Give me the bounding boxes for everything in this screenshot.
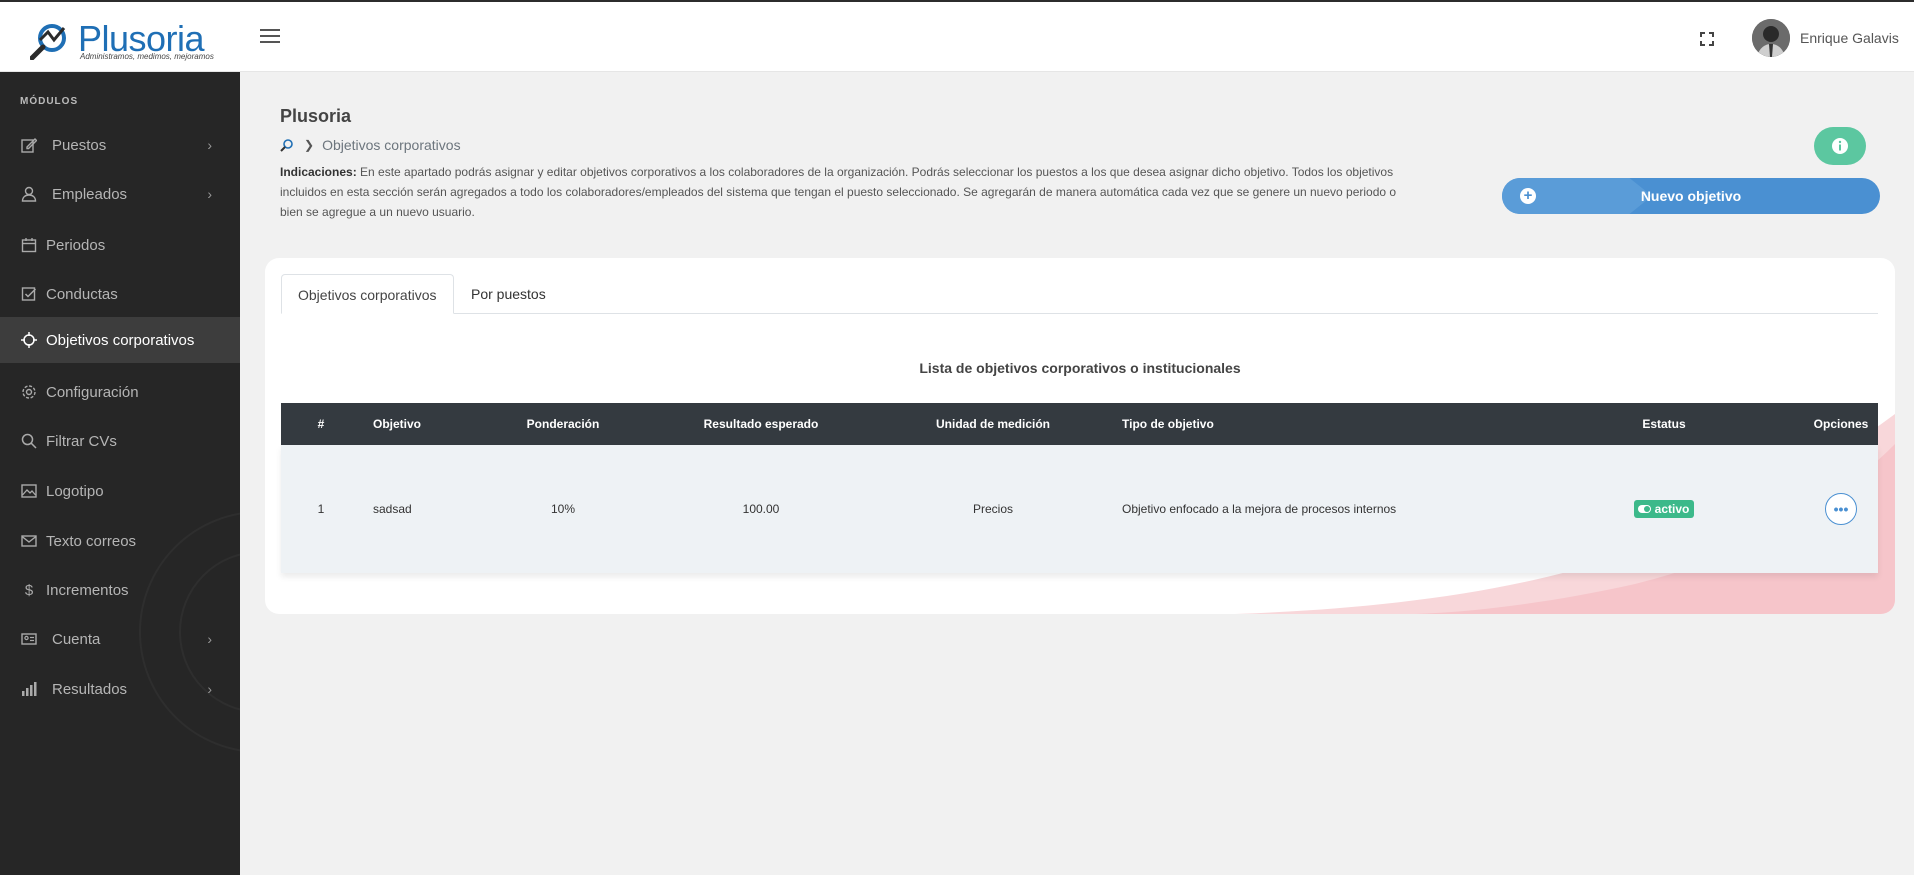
sidebar-item-label: Cuenta: [52, 630, 101, 648]
sidebar-item-conductas[interactable]: Conductas: [0, 271, 240, 317]
avatar[interactable]: [1752, 19, 1790, 57]
user-name[interactable]: Enrique Galavis: [1800, 30, 1899, 46]
cell-objetivo: sadsad: [373, 502, 412, 516]
logo[interactable]: Plusoria Administramos, medimos, mejoram…: [30, 16, 215, 64]
tab-por-puestos[interactable]: Por puestos: [455, 274, 562, 314]
options-button[interactable]: •••: [1825, 493, 1857, 525]
column-header-estatus[interactable]: Estatus: [1614, 403, 1714, 445]
info-icon: [1832, 138, 1848, 154]
gear-icon: [20, 383, 38, 401]
sidebar-item-resultados[interactable]: Resultados ›: [0, 666, 240, 712]
chevron-right-icon: ›: [207, 681, 212, 697]
table-header: # Objetivo Ponderación Resultado esperad…: [281, 403, 1878, 445]
sidebar-item-objetivos-corporativos[interactable]: Objetivos corporativos: [0, 317, 240, 363]
sidebar-item-filtrar-cvs[interactable]: Filtrar CVs: [0, 418, 240, 464]
sidebar-item-label: Configuración: [46, 383, 139, 401]
chevron-right-icon: ›: [207, 631, 212, 647]
info-button[interactable]: [1814, 127, 1866, 165]
sidebar-section-title: MÓDULOS: [20, 96, 79, 107]
new-objective-button[interactable]: + Nuevo objetivo: [1502, 178, 1880, 214]
cell-ponderacion: 10%: [550, 502, 576, 516]
logo-magnifier-icon: [30, 24, 66, 60]
indications-body: En este apartado podrás asignar y editar…: [280, 165, 1397, 219]
search-icon: [20, 432, 38, 450]
cell-tipo: Objetivo enfocado a la mejora de proceso…: [1122, 502, 1397, 516]
cell-opciones: •••: [1811, 445, 1871, 573]
checkbox-icon: [20, 285, 38, 303]
column-header-opciones: Opciones: [1813, 417, 1869, 431]
sidebar-item-periodos[interactable]: Periodos: [0, 222, 240, 268]
top-bar: Plusoria Administramos, medimos, mejoram…: [0, 0, 1914, 72]
sidebar-item-puestos[interactable]: Puestos ›: [0, 122, 240, 168]
indications-label: Indicaciones:: [280, 165, 357, 179]
logo-tagline: Administramos, medimos, mejoramos: [80, 52, 214, 61]
column-header-unidad[interactable]: Unidad de medición: [903, 403, 1083, 445]
tab-objetivos-corporativos[interactable]: Objetivos corporativos: [281, 274, 454, 314]
tab-bar: Objetivos corporativos Por puestos: [281, 274, 1878, 314]
sidebar-item-configuracion[interactable]: Configuración: [0, 369, 240, 415]
chevron-right-icon: ›: [207, 186, 212, 202]
column-header-ponderacion[interactable]: Ponderación: [503, 403, 623, 445]
indications-text: Indicaciones: En este apartado podrás as…: [280, 162, 1420, 222]
dollar-icon: $: [24, 581, 34, 599]
sidebar: MÓDULOS Puestos › Empleados › Periodos C…: [0, 72, 240, 875]
objectives-card: Objetivos corporativos Por puestos Lista…: [265, 258, 1895, 614]
table-row: 1 sadsad 10% 100.00 Precios Objetivo enf…: [281, 445, 1878, 573]
column-header-tipo[interactable]: Tipo de objetivo: [1122, 403, 1422, 445]
crosshair-icon: [20, 331, 38, 349]
cell-number: 1: [317, 502, 325, 516]
plus-circle-icon: +: [1520, 188, 1536, 204]
bar-chart-icon: [20, 680, 38, 698]
hamburger-icon[interactable]: [260, 29, 280, 47]
column-header-number[interactable]: #: [281, 403, 361, 445]
sidebar-item-texto-correos[interactable]: Texto correos: [0, 518, 240, 564]
sidebar-item-label: Periodos: [46, 236, 106, 254]
sidebar-item-label: Texto correos: [46, 532, 137, 550]
toggle-on-icon: [1637, 505, 1651, 513]
new-objective-label: Nuevo objetivo: [1640, 188, 1742, 204]
sidebar-item-label: Empleados: [52, 185, 128, 203]
sidebar-item-label: Resultados: [52, 680, 128, 698]
chevron-right-icon: ›: [207, 137, 212, 153]
cell-unidad: Precios: [972, 502, 1013, 516]
table-title: Lista de objetivos corporativos o instit…: [919, 360, 1241, 376]
sidebar-item-empleados[interactable]: Empleados ›: [0, 171, 240, 217]
sidebar-item-label: Filtrar CVs: [46, 432, 117, 450]
breadcrumb-separator-icon: ❯: [304, 138, 315, 152]
user-icon: [20, 185, 38, 203]
edit-icon: [20, 136, 38, 154]
sidebar-item-label: Conductas: [46, 285, 118, 303]
cell-estatus: activo: [1614, 445, 1714, 573]
sidebar-item-cuenta[interactable]: Cuenta ›: [0, 616, 240, 662]
breadcrumb-current: Objetivos corporativos: [322, 137, 461, 153]
status-badge[interactable]: activo: [1633, 500, 1695, 518]
image-icon: [20, 482, 38, 500]
calendar-icon: [20, 236, 38, 254]
sidebar-item-label: Logotipo: [46, 482, 104, 500]
column-header-objetivo[interactable]: Objetivo: [373, 403, 503, 445]
mail-icon: [20, 532, 38, 550]
cell-resultado: 100.00: [742, 502, 780, 516]
home-logo-icon[interactable]: [280, 138, 294, 152]
sidebar-item-incrementos[interactable]: $ Incrementos: [0, 567, 240, 613]
status-badge-label: activo: [1654, 502, 1690, 516]
breadcrumb: ❯ Objetivos corporativos: [280, 137, 461, 153]
page-title: Plusoria: [280, 106, 352, 126]
fullscreen-icon[interactable]: [1698, 30, 1716, 48]
id-card-icon: [20, 630, 38, 648]
column-header-resultado[interactable]: Resultado esperado: [661, 403, 861, 445]
sidebar-item-logotipo[interactable]: Logotipo: [0, 468, 240, 514]
sidebar-item-label: Objetivos corporativos: [46, 331, 195, 349]
sidebar-item-label: Incrementos: [46, 581, 129, 599]
sidebar-item-label: Puestos: [52, 136, 107, 154]
